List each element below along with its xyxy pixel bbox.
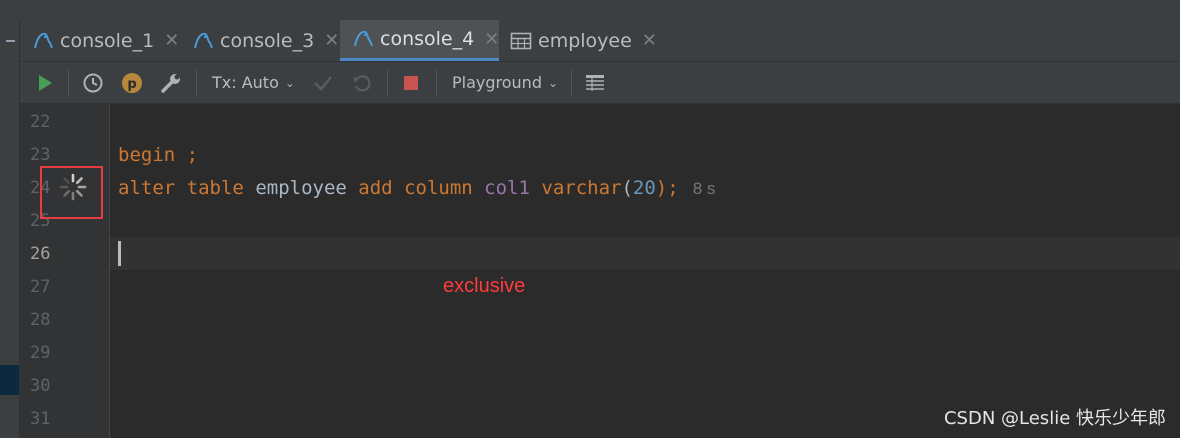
type-keyword: varchar — [541, 177, 622, 199]
window-top-strip — [0, 0, 1180, 20]
playground-label: Playground — [452, 73, 542, 92]
stop-button[interactable] — [398, 62, 424, 103]
tab-label: console_3 — [220, 29, 315, 52]
number-literal: 20 — [632, 177, 656, 199]
tab-label: employee — [538, 29, 632, 52]
code-line-23: begin ; — [118, 139, 198, 172]
line-number: 30 — [30, 376, 51, 396]
tool-strip-mark — [6, 40, 15, 42]
line-number: 22 — [30, 112, 51, 132]
wrench-icon — [161, 73, 180, 93]
punctuation: ; — [175, 144, 199, 166]
grid-table-icon — [586, 74, 604, 91]
tool-strip-selection — [0, 365, 19, 395]
tx-mode-dropdown[interactable]: Tx: Auto ⌄ — [212, 62, 300, 103]
highlight-box — [40, 166, 103, 219]
mysql-console-icon — [192, 30, 214, 52]
tab-console-4[interactable]: console_4 ✕ — [340, 20, 499, 61]
commit-button[interactable] — [310, 62, 336, 103]
mysql-console-icon — [352, 28, 374, 50]
keyword: add — [358, 177, 393, 199]
line-number: 28 — [30, 310, 51, 330]
line-number: 29 — [30, 343, 51, 363]
toolbar-separator — [387, 70, 388, 96]
table-icon — [510, 30, 532, 52]
p-circle-icon: p — [122, 72, 142, 93]
line-number-gutter: 22 23 24 25 26 27 28 29 30 31 — [20, 104, 110, 438]
keyword: column — [404, 177, 473, 199]
stop-icon — [404, 75, 418, 90]
mysql-console-icon — [32, 30, 54, 52]
close-icon[interactable]: ✕ — [164, 30, 179, 51]
tab-console-3[interactable]: console_3 ✕ — [192, 20, 339, 61]
play-icon — [39, 74, 52, 91]
tx-mode-label: Tx: Auto — [212, 73, 279, 92]
toolbar-separator — [436, 70, 437, 96]
elapsed-time: 8 s — [692, 179, 716, 198]
left-tool-strip — [0, 20, 20, 438]
punctuation: ); — [655, 177, 679, 199]
tab-label: console_1 — [60, 29, 155, 52]
check-icon — [314, 75, 332, 91]
sql-editor[interactable]: begin ; alter table employee add column … — [110, 104, 1180, 438]
watermark: CSDN @Leslie 快乐少年郎 — [943, 408, 1166, 429]
line-number: 27 — [30, 277, 51, 297]
keyword: table — [186, 177, 244, 199]
run-button[interactable] — [32, 62, 58, 103]
line-number-current: 26 — [30, 244, 51, 264]
clock-icon — [83, 73, 103, 92]
tab-employee[interactable]: employee ✕ — [510, 20, 657, 61]
editor-tab-bar: console_1 ✕ console_3 ✕ console_4 ✕ empl… — [20, 20, 1180, 62]
table-identifier: employee — [255, 177, 347, 199]
chevron-down-icon: ⌄ — [547, 75, 559, 90]
history-button[interactable] — [80, 62, 106, 103]
keyword: alter — [118, 177, 176, 199]
rollback-button[interactable] — [349, 62, 375, 103]
text-caret — [118, 241, 121, 266]
toolbar-separator — [196, 70, 197, 96]
keyword: begin — [118, 144, 176, 166]
console-toolbar: p Tx: Auto ⌄ Playground ⌄ — [20, 62, 1180, 104]
tab-console-1[interactable]: console_1 ✕ — [32, 20, 179, 61]
toolbar-separator — [571, 70, 572, 96]
close-icon[interactable]: ✕ — [324, 30, 339, 51]
line-number: 31 — [30, 409, 51, 429]
current-line-highlight — [110, 237, 1180, 270]
annotation-label: exclusive — [443, 275, 526, 297]
svg-text:p: p — [127, 77, 136, 92]
undo-icon — [354, 74, 371, 91]
settings-button[interactable] — [158, 62, 184, 103]
code-line-24: alter table employee add column col1 var… — [118, 172, 715, 205]
close-icon[interactable]: ✕ — [642, 30, 657, 51]
output-layout-button[interactable] — [582, 62, 608, 103]
tab-label: console_4 — [380, 28, 475, 50]
parameters-button[interactable]: p — [119, 62, 145, 103]
paren: ( — [621, 177, 633, 199]
playground-dropdown[interactable]: Playground ⌄ — [452, 62, 564, 103]
column-identifier: col1 — [484, 177, 530, 199]
chevron-down-icon: ⌄ — [284, 75, 295, 90]
toolbar-separator — [68, 70, 69, 96]
close-icon[interactable]: ✕ — [484, 29, 499, 50]
